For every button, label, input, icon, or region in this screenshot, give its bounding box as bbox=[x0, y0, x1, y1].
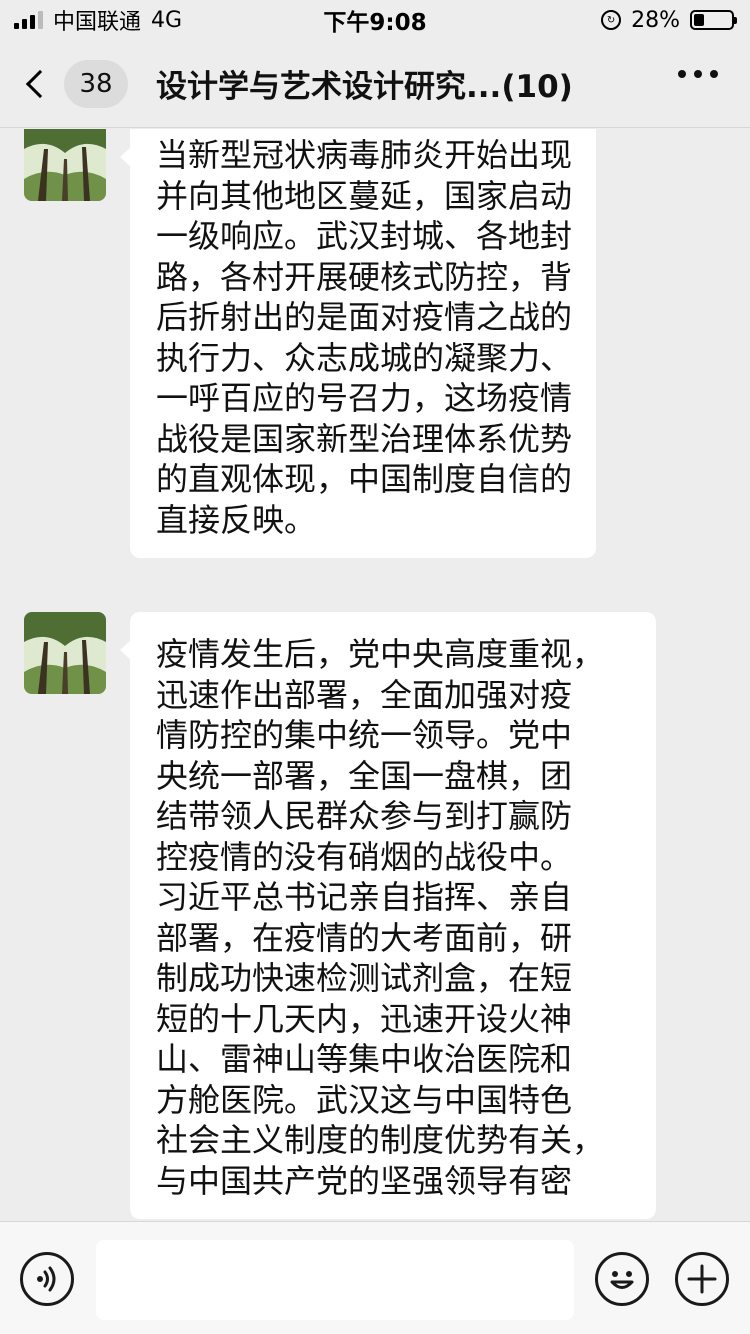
battery-percent: 28% bbox=[631, 7, 680, 33]
message-line: 当新型冠状病毒肺炎开始出现 bbox=[156, 136, 573, 174]
message-bubble[interactable]: 当新型冠状病毒肺炎开始出现 并向其他地区蔓延，国家启动 一级响应。武汉封城、各地… bbox=[119, 129, 597, 558]
message-line: 的直观体现，中国制度自信的 bbox=[156, 460, 573, 498]
message-line: 控疫情的没有硝烟的战役中。 bbox=[156, 837, 573, 876]
message-line: 疫情发生后，党中央高度重视， bbox=[156, 635, 605, 673]
message-line: 制成功快速检测试剂盒，在短 bbox=[156, 959, 573, 997]
message-line: 执行力、众志成城的凝聚力、 bbox=[156, 338, 573, 377]
message-line: 路，各村开展硬核式防控，背 bbox=[156, 257, 573, 296]
message-line: 与中国共产党的坚强领导有密 bbox=[156, 1161, 573, 1200]
message-line: 社会主义制度的制度优势有关， bbox=[156, 1121, 605, 1159]
plus-button[interactable] bbox=[675, 1252, 729, 1306]
avatar-image bbox=[24, 612, 106, 694]
message-line: 一呼百应的号召力，这场疫情 bbox=[156, 379, 573, 417]
chat-header: 38 设计学与艺术设计研究...(10) bbox=[0, 40, 750, 128]
battery-fill bbox=[694, 14, 705, 26]
message-list[interactable]: 当新型冠状病毒肺炎开始出现 并向其他地区蔓延，国家启动 一级响应。武汉封城、各地… bbox=[0, 129, 750, 1221]
message-line: 央统一部署，全国一盘棋，团 bbox=[156, 756, 573, 795]
message-line: 后折射出的是面对疫情之战的 bbox=[156, 298, 573, 336]
more-button[interactable] bbox=[678, 70, 718, 78]
message-line: 结带领人民群众参与到打赢防 bbox=[156, 797, 573, 835]
emoji-button[interactable] bbox=[595, 1252, 649, 1306]
smiley-icon bbox=[610, 1271, 634, 1289]
avatar[interactable] bbox=[24, 129, 106, 201]
chevron-left-icon bbox=[25, 69, 55, 98]
signal-icon bbox=[14, 11, 43, 29]
message-bubble[interactable]: 疫情发生后，党中央高度重视， 迅速作出部署，全面加强对疫 情防控的集中统一领导。… bbox=[120, 612, 656, 1219]
message-line: 山、雷神山等集中收治医院和 bbox=[156, 1040, 573, 1078]
avatar-image bbox=[24, 129, 106, 201]
ellipsis-dot bbox=[710, 70, 718, 78]
message-line: 部署，在疫情的大考面前，研 bbox=[156, 918, 573, 957]
network-label: 4G bbox=[151, 7, 183, 33]
ellipsis-icon bbox=[678, 70, 686, 78]
battery-icon bbox=[690, 10, 737, 30]
chat-title: 设计学与艺术设计研究...(10) bbox=[156, 61, 626, 106]
message-line: 习近平总书记亲自指挥、亲自 bbox=[156, 878, 573, 916]
back-button[interactable]: 38 bbox=[22, 59, 128, 108]
unread-badge: 38 bbox=[64, 59, 128, 108]
message-input[interactable] bbox=[96, 1240, 574, 1320]
voice-button[interactable] bbox=[20, 1252, 74, 1306]
status-right: ↻ 28% bbox=[601, 7, 737, 33]
message-line: 迅速作出部署，全面加强对疫 bbox=[156, 675, 573, 714]
message-line: 情防控的集中统一领导。党中 bbox=[156, 716, 573, 754]
ellipsis-dot bbox=[694, 70, 702, 78]
carrier-label: 中国联通 bbox=[53, 10, 142, 35]
message-line: 一级响应。武汉封城、各地封 bbox=[156, 217, 573, 255]
member-count: (10) bbox=[501, 69, 573, 105]
message-line: 直接反映。 bbox=[156, 500, 317, 539]
message-line: 方舱医院。武汉这与中国特色 bbox=[156, 1080, 573, 1119]
plus-icon bbox=[687, 1264, 717, 1294]
rotation-lock-icon: ↻ bbox=[601, 10, 622, 30]
message-line: 短的十几天内，迅速开设火神 bbox=[156, 999, 573, 1038]
voice-icon bbox=[37, 1266, 56, 1292]
status-left: 中国联通 4G bbox=[14, 4, 182, 36]
message-line: 并向其他地区蔓延，国家启动 bbox=[156, 176, 573, 215]
avatar[interactable] bbox=[24, 612, 106, 694]
status-bar: 中国联通 4G 下午9:08 ↻ 28% bbox=[0, 0, 750, 40]
message-line: 战役是国家新型治理体系优势 bbox=[156, 419, 573, 458]
group-name: 设计学与艺术设计研究... bbox=[156, 69, 502, 105]
input-bar bbox=[0, 1221, 750, 1334]
